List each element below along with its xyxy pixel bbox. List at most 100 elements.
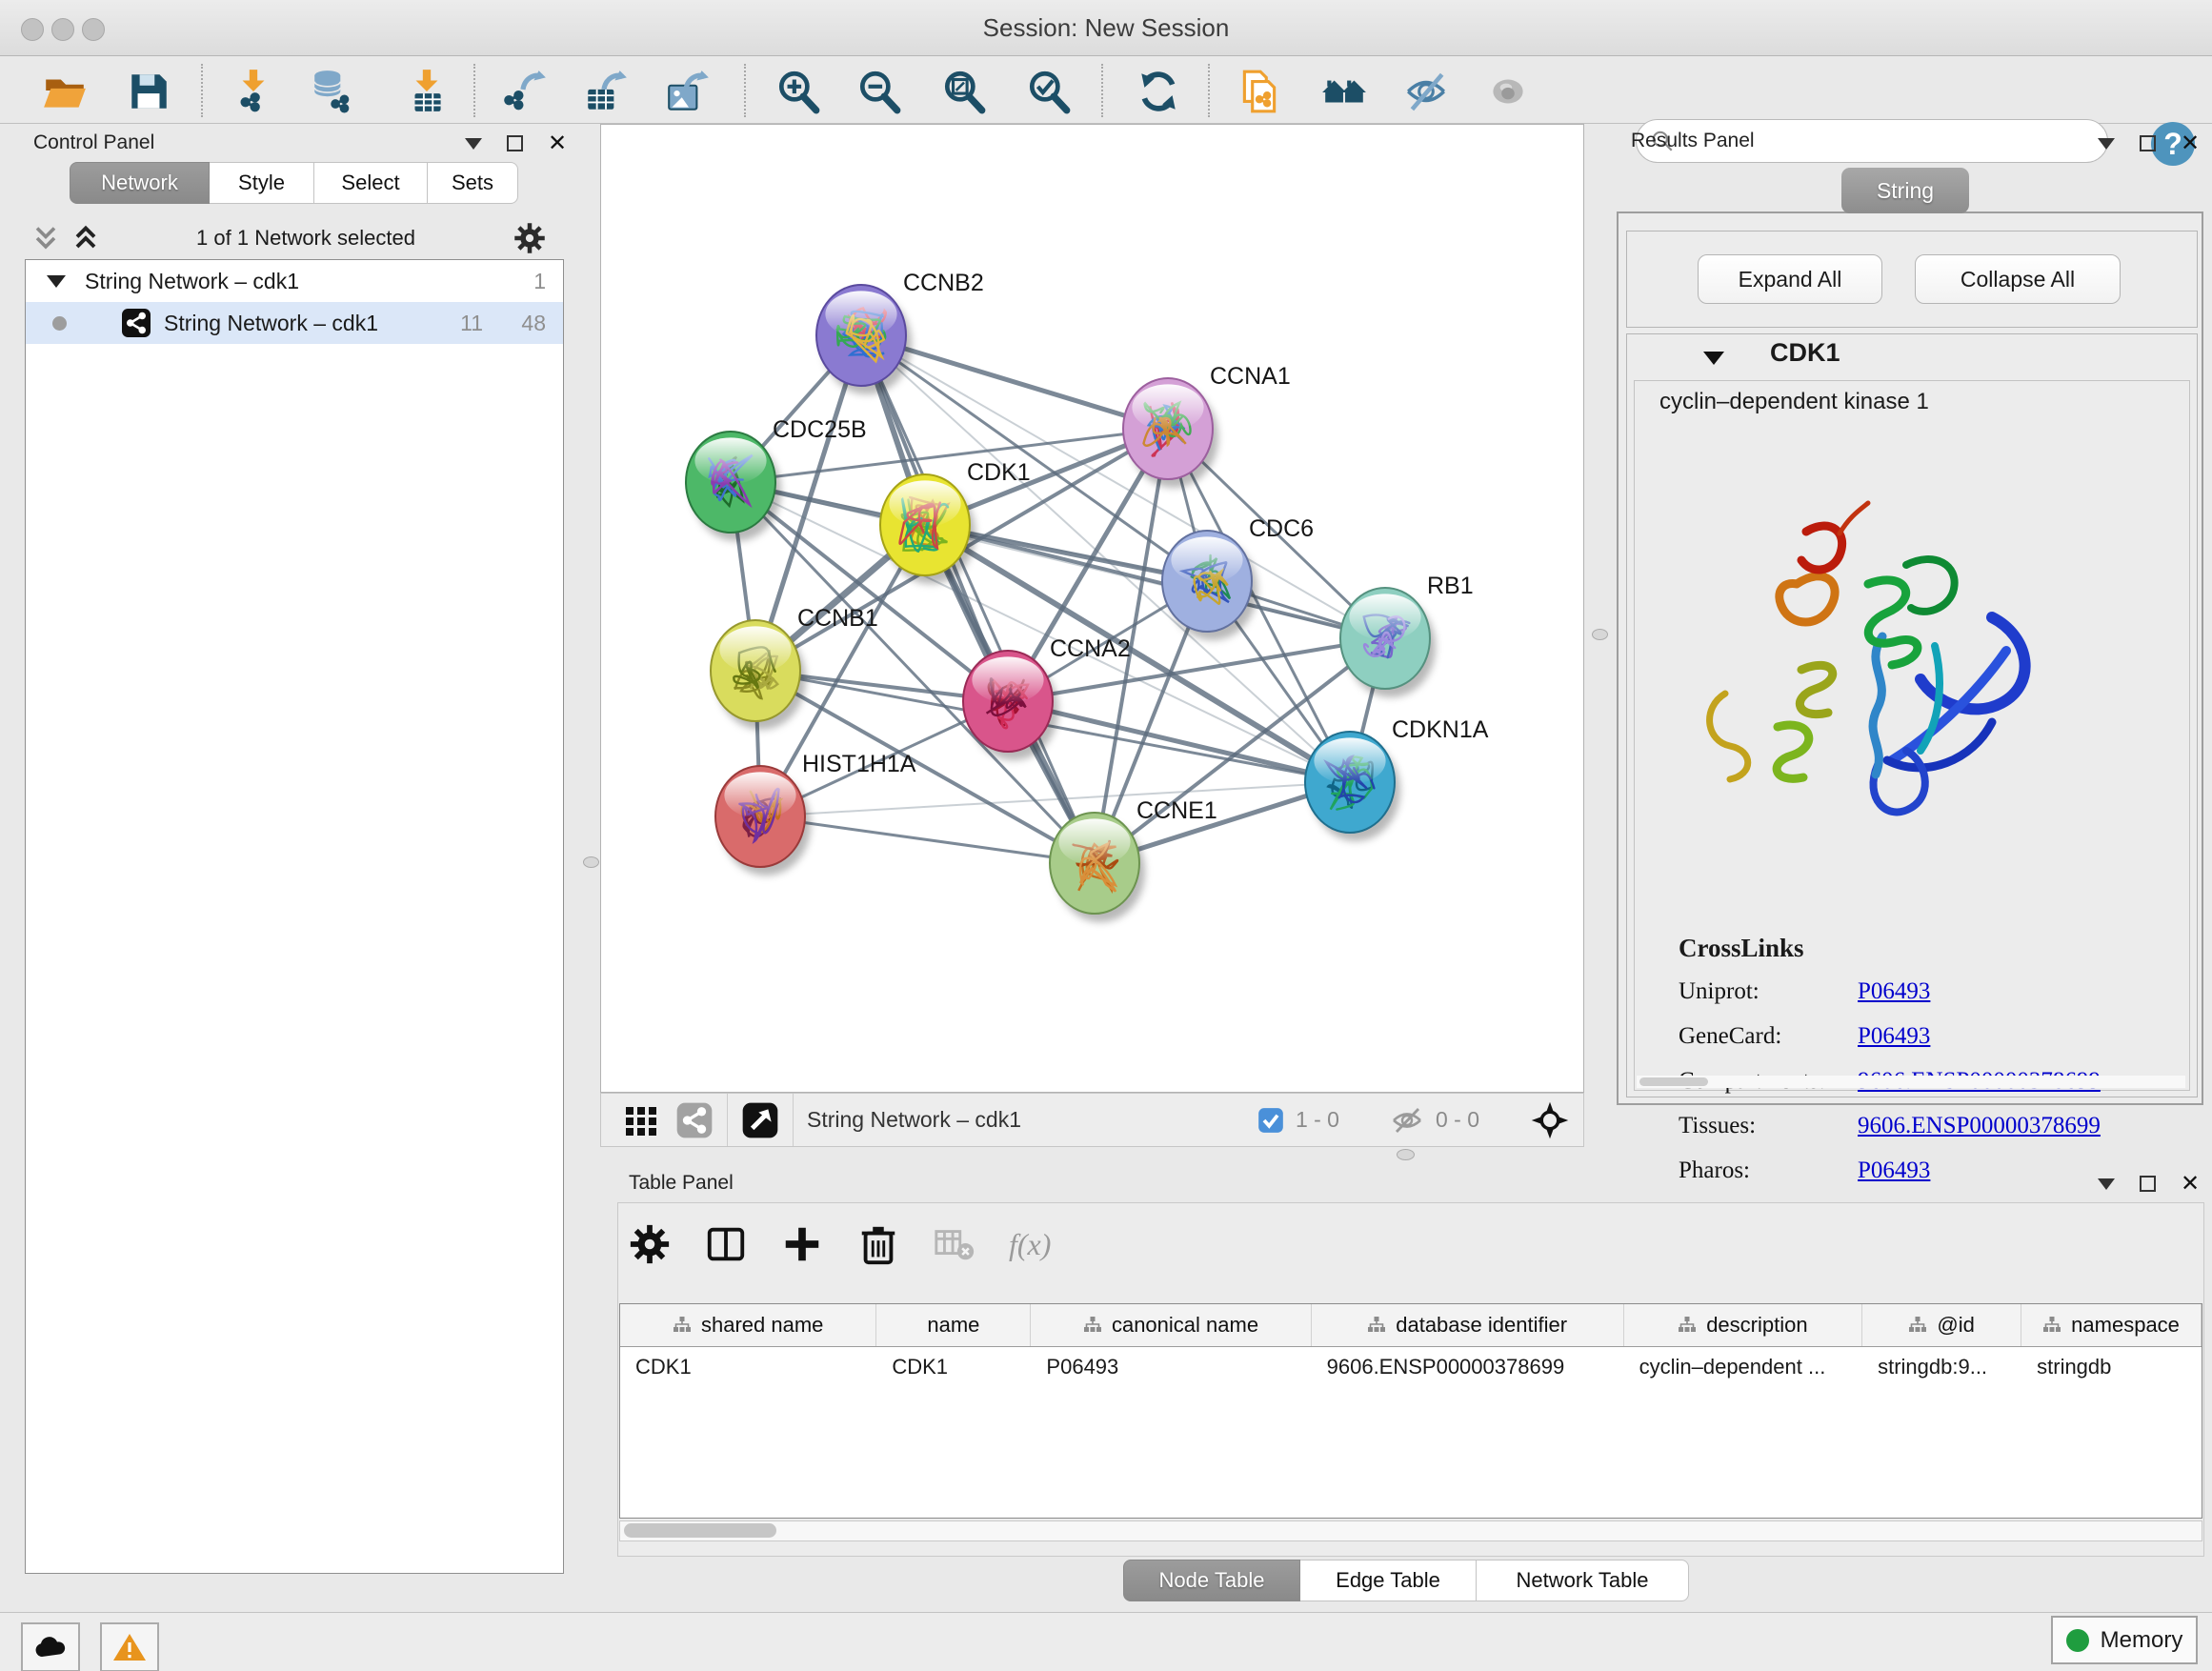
- table-cell[interactable]: P06493: [1031, 1347, 1311, 1387]
- control-panel-float-icon[interactable]: [465, 138, 482, 150]
- node-label-CDC25B: CDC25B: [773, 416, 867, 443]
- import-network-icon[interactable]: [229, 67, 278, 116]
- add-column-icon[interactable]: [780, 1222, 824, 1266]
- selected-checkbox-icon[interactable]: [1257, 1107, 1284, 1134]
- table-panel-maximize-icon[interactable]: [2140, 1176, 2156, 1192]
- zoom-selected-icon[interactable]: [1024, 67, 1074, 116]
- cloud-button[interactable]: [21, 1622, 80, 1671]
- network-options-gear-icon[interactable]: [513, 221, 547, 255]
- open-icon[interactable]: [40, 67, 90, 116]
- column-header-description[interactable]: description: [1624, 1304, 1862, 1346]
- grid-view-icon[interactable]: [622, 1101, 660, 1139]
- node-CDC6[interactable]: CDC6: [1162, 515, 1314, 640]
- export-table-icon[interactable]: [581, 67, 631, 116]
- results-horizontal-scrollbar[interactable]: [1637, 1076, 2185, 1088]
- table-panel-float-icon[interactable]: [2098, 1178, 2115, 1190]
- table-horizontal-scrollbar[interactable]: [619, 1520, 2202, 1541]
- edge-CCNB2-CCNE1[interactable]: [861, 335, 1095, 863]
- delete-column-trash-icon[interactable]: [856, 1222, 900, 1266]
- houses-icon[interactable]: [1319, 67, 1369, 116]
- export-image-icon[interactable]: [663, 67, 713, 116]
- status-bar: Memory: [0, 1612, 2212, 1671]
- bottom-splitter-handle[interactable]: [1397, 1149, 1415, 1160]
- crosslink-link[interactable]: P06493: [1858, 1023, 1930, 1050]
- network-collection-row[interactable]: String Network – cdk1 1: [26, 260, 563, 302]
- table-row[interactable]: CDK1CDK1P064939606.ENSP00000378699cyclin…: [620, 1347, 2202, 1387]
- network-canvas[interactable]: CCNB2CCNA1CDC25BCDK1CDC6RB1CCNB1CCNA2CDK…: [600, 124, 1584, 1093]
- collapse-all-button[interactable]: Collapse All: [1915, 254, 2121, 304]
- edge-CCNA2-CDKN1A[interactable]: [1008, 701, 1350, 782]
- tab-edge-table[interactable]: Edge Table: [1300, 1560, 1477, 1601]
- table-options-gear-icon[interactable]: [628, 1222, 672, 1266]
- export-network-icon[interactable]: [500, 67, 550, 116]
- results-panel-float-icon[interactable]: [2098, 138, 2115, 150]
- table-cell[interactable]: stringdb: [2021, 1347, 2202, 1387]
- control-panel-maximize-icon[interactable]: [507, 135, 523, 151]
- show-columns-icon[interactable]: [704, 1222, 748, 1266]
- column-tree-icon: [1083, 1316, 1102, 1335]
- control-panel-close-icon[interactable]: ✕: [548, 135, 567, 151]
- column-tree-icon: [1367, 1316, 1386, 1335]
- refresh-icon[interactable]: [1134, 67, 1183, 116]
- hidden-count: 0 - 0: [1436, 1107, 1479, 1133]
- results-panel-close-icon[interactable]: ✕: [2181, 135, 2200, 151]
- column-header-namespace[interactable]: namespace: [2021, 1304, 2202, 1346]
- tab-sets[interactable]: Sets: [428, 162, 518, 204]
- clone-network-icon[interactable]: [1235, 67, 1284, 116]
- node-CDC25B[interactable]: CDC25B: [686, 416, 867, 541]
- node-label-CDKN1A: CDKN1A: [1392, 716, 1489, 743]
- column-header-database-identifier[interactable]: database identifier: [1312, 1304, 1624, 1346]
- hidden-eye-icon[interactable]: [1390, 1106, 1424, 1135]
- import-table-icon[interactable]: [402, 67, 452, 116]
- node-RB1[interactable]: RB1: [1340, 573, 1474, 697]
- gene-collapse-triangle-icon[interactable]: [1703, 352, 1724, 365]
- tab-string[interactable]: String: [1841, 168, 1969, 213]
- crosslink-link[interactable]: P06493: [1858, 1158, 1930, 1184]
- network-view-share-icon[interactable]: [675, 1101, 714, 1139]
- table-cell[interactable]: cyclin–dependent ...: [1624, 1347, 1862, 1387]
- table-panel-controls: ✕: [2098, 1176, 2200, 1192]
- crosslink-link[interactable]: 9606.ENSP00000378699: [1858, 1113, 2101, 1139]
- column-tree-icon: [1678, 1316, 1697, 1335]
- fit-selected-crosshair-icon[interactable]: [1530, 1100, 1570, 1140]
- tab-node-table[interactable]: Node Table: [1123, 1560, 1300, 1601]
- node-CDKN1A[interactable]: CDKN1A: [1305, 716, 1489, 841]
- chevron-double-up-icon[interactable]: [72, 224, 99, 252]
- import-database-icon[interactable]: [309, 67, 358, 116]
- column-header-@id[interactable]: @id: [1862, 1304, 2021, 1346]
- results-panel-maximize-icon[interactable]: [2140, 135, 2156, 151]
- crosslink-link[interactable]: P06493: [1858, 978, 1930, 1005]
- table-cell[interactable]: CDK1: [876, 1347, 1031, 1387]
- scrollbar-thumb[interactable]: [624, 1523, 776, 1538]
- eye-slash-icon[interactable]: [1401, 67, 1451, 116]
- zoom-fit-icon[interactable]: [939, 67, 989, 116]
- table-cell[interactable]: 9606.ENSP00000378699: [1312, 1347, 1624, 1387]
- birdseye-view-icon[interactable]: [741, 1101, 779, 1139]
- tab-network[interactable]: Network: [70, 162, 210, 204]
- right-splitter-handle[interactable]: [1592, 629, 1608, 640]
- column-header-name[interactable]: name: [876, 1304, 1031, 1346]
- table-cell[interactable]: stringdb:9...: [1862, 1347, 2021, 1387]
- save-icon[interactable]: [124, 67, 173, 116]
- tab-style[interactable]: Style: [210, 162, 314, 204]
- node-table[interactable]: shared namenamecanonical namedatabase id…: [619, 1303, 2202, 1519]
- table-cell[interactable]: CDK1: [620, 1347, 876, 1387]
- table-panel-close-icon[interactable]: ✕: [2181, 1176, 2200, 1192]
- node-CCNA1[interactable]: CCNA1: [1123, 363, 1291, 488]
- node-CCNB2[interactable]: CCNB2: [816, 270, 984, 394]
- tab-network-table[interactable]: Network Table: [1477, 1560, 1689, 1601]
- network-row-selected[interactable]: String Network – cdk1 11 48: [26, 302, 563, 344]
- memory-button[interactable]: Memory: [2051, 1616, 2198, 1664]
- column-header-canonical-name[interactable]: canonical name: [1031, 1304, 1311, 1346]
- left-splitter-handle[interactable]: [583, 856, 599, 868]
- node-CCNB1[interactable]: CCNB1: [711, 605, 878, 730]
- column-header-shared-name[interactable]: shared name: [620, 1304, 876, 1346]
- expand-all-button[interactable]: Expand All: [1698, 254, 1882, 304]
- edge-CDK1-RB1[interactable]: [925, 525, 1385, 638]
- collapse-triangle-icon[interactable]: [47, 275, 66, 288]
- tab-select[interactable]: Select: [314, 162, 428, 204]
- zoom-in-icon[interactable]: [774, 67, 823, 116]
- chevron-double-down-icon[interactable]: [32, 224, 59, 252]
- warning-button[interactable]: [100, 1622, 159, 1671]
- zoom-out-icon[interactable]: [855, 67, 904, 116]
